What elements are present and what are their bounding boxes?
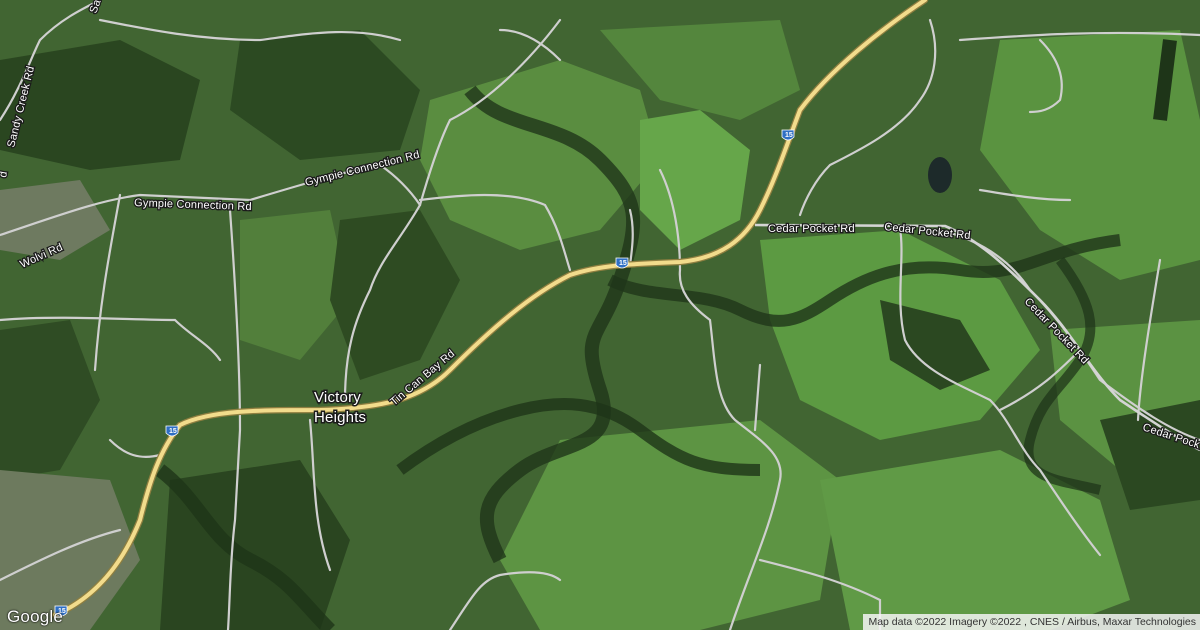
route-shield-3: 15 [165, 425, 179, 437]
satellite-map[interactable]: 15 15 15 15 Sandy Creek Rd Sa d Gympie C… [0, 0, 1200, 630]
map-attribution[interactable]: Map data ©2022 Imagery ©2022 , CNES / Ai… [863, 614, 1200, 630]
road-label-cedar-pocket-1: Cedar Pocket Rd [768, 223, 855, 235]
terrain-layer [0, 0, 1200, 630]
svg-text:Heights: Heights [314, 409, 366, 426]
svg-text:15: 15 [169, 428, 177, 435]
svg-text:15: 15 [785, 132, 793, 139]
route-shield-2: 15 [615, 257, 629, 269]
svg-text:Victory: Victory [314, 389, 361, 406]
route-shield-1: 15 [781, 129, 795, 141]
google-logo[interactable]: Google [7, 607, 63, 627]
svg-text:15: 15 [619, 260, 627, 267]
